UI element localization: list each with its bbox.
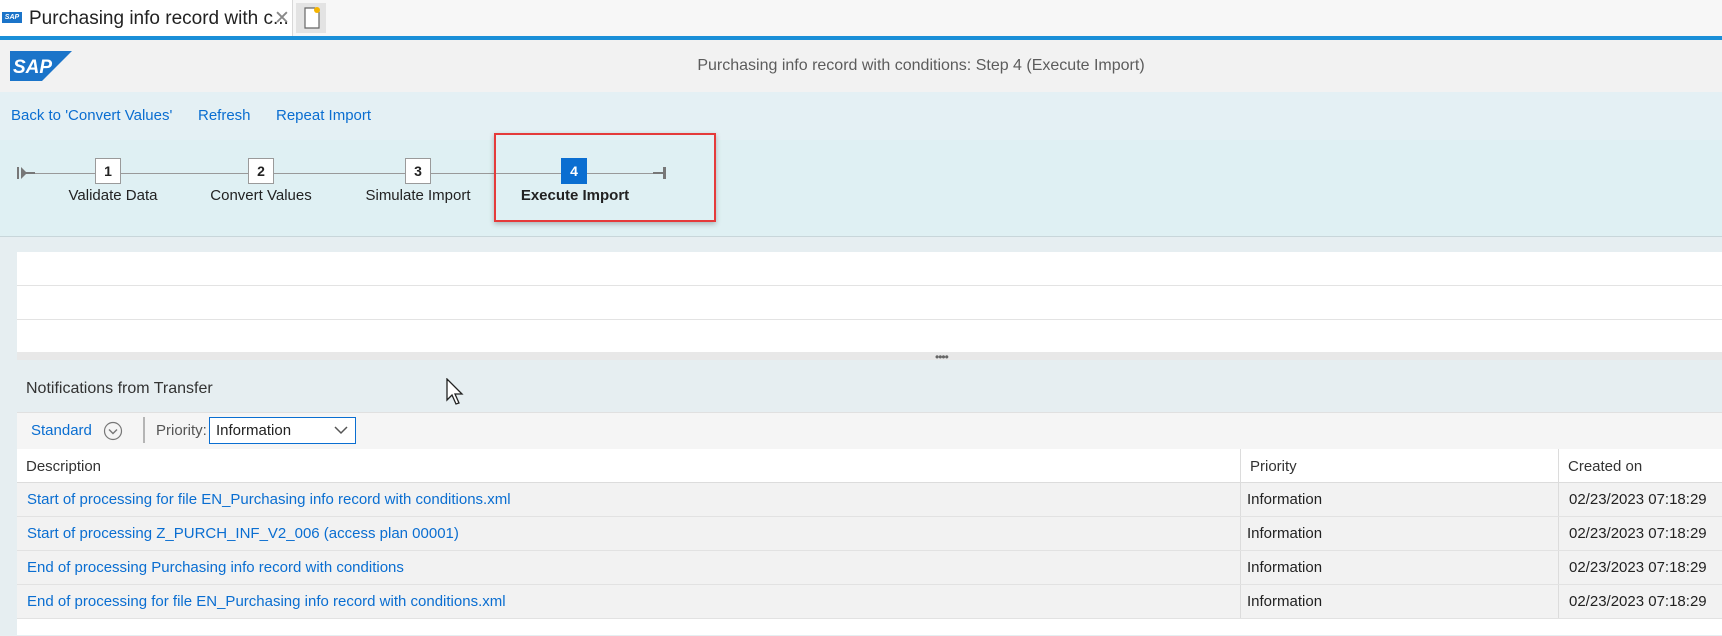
chevron-down-icon <box>334 426 348 435</box>
roadmap-step-1-label[interactable]: Validate Data <box>69 187 158 204</box>
column-divider <box>1558 449 1559 482</box>
roadmap-step-3-box[interactable]: 3 <box>405 158 431 184</box>
row-priority: Information <box>1247 593 1323 610</box>
panel-splitter[interactable] <box>17 352 1722 360</box>
browser-tab-strip: SAP Purchasing info record with c... ✕ <box>0 0 1722 37</box>
row-description-link[interactable]: End of processing for file EN_Purchasing… <box>27 593 506 610</box>
action-toolbar: Back to 'Convert Values' Refresh Repeat … <box>0 92 1722 141</box>
row-created-on: 02/23/2023 07:18:29 <box>1569 559 1707 576</box>
table-footer-space <box>17 619 1722 635</box>
new-tab-icon <box>304 7 320 29</box>
step-roadmap: 1 Validate Data 2 Convert Values 3 Simul… <box>0 140 1722 237</box>
column-divider <box>1240 517 1241 550</box>
page-title: Purchasing info record with conditions: … <box>697 57 1145 74</box>
empty-row <box>17 320 1722 354</box>
row-priority: Information <box>1247 559 1323 576</box>
priority-dropdown-value: Information <box>216 422 292 439</box>
table-row[interactable]: End of processing for file EN_Purchasing… <box>17 585 1722 619</box>
table-header: Description Priority Created on <box>17 449 1722 483</box>
column-divider <box>1240 585 1241 618</box>
row-priority: Information <box>1247 491 1323 508</box>
mouse-pointer-icon <box>446 378 464 405</box>
step-4-highlight-frame <box>494 133 716 222</box>
shell-header: SAP Purchasing info record with conditio… <box>0 40 1722 93</box>
column-divider <box>1558 585 1559 618</box>
back-to-convert-values-link[interactable]: Back to 'Convert Values' <box>11 107 172 124</box>
empty-row <box>17 286 1722 320</box>
variant-standard-link[interactable]: Standard <box>31 422 92 439</box>
column-header-description[interactable]: Description <box>26 458 101 475</box>
splitter-grip-icon[interactable]: •••• <box>935 351 949 363</box>
roadmap-step-1-box[interactable]: 1 <box>95 158 121 184</box>
repeat-import-link[interactable]: Repeat Import <box>276 107 371 124</box>
browser-tab[interactable]: SAP Purchasing info record with c... ✕ <box>0 0 293 36</box>
filter-separator <box>143 417 145 443</box>
roadmap-step-2-box[interactable]: 2 <box>248 158 274 184</box>
empty-row <box>17 252 1722 286</box>
notifications-filter-bar: Standard Priority: Information <box>17 412 1722 450</box>
table-row[interactable]: Start of processing Z_PURCH_INF_V2_006 (… <box>17 517 1722 551</box>
column-divider <box>1240 551 1241 584</box>
sap-favicon-icon: SAP <box>2 12 22 23</box>
notifications-table: Description Priority Created on Start of… <box>17 449 1722 635</box>
roadmap-start-icon <box>17 167 35 179</box>
row-created-on: 02/23/2023 07:18:29 <box>1569 491 1707 508</box>
priority-label: Priority: <box>156 422 207 439</box>
column-divider <box>1240 483 1241 516</box>
roadmap-step-3-label[interactable]: Simulate Import <box>365 187 470 204</box>
table-row[interactable]: End of processing Purchasing info record… <box>17 551 1722 585</box>
column-divider <box>1558 551 1559 584</box>
notifications-title: Notifications from Transfer <box>26 380 213 397</box>
column-divider <box>1240 449 1241 482</box>
roadmap-step-2-label[interactable]: Convert Values <box>210 187 311 204</box>
row-created-on: 02/23/2023 07:18:29 <box>1569 593 1707 610</box>
row-created-on: 02/23/2023 07:18:29 <box>1569 525 1707 542</box>
column-header-created-on[interactable]: Created on <box>1568 458 1642 475</box>
column-divider <box>1558 517 1559 550</box>
column-header-priority[interactable]: Priority <box>1250 458 1297 475</box>
row-description-link[interactable]: Start of processing for file EN_Purchasi… <box>27 491 511 508</box>
close-tab-icon[interactable]: ✕ <box>274 7 290 30</box>
refresh-link[interactable]: Refresh <box>198 107 251 124</box>
browser-tab-title: Purchasing info record with c... <box>29 8 289 29</box>
column-divider <box>1558 483 1559 516</box>
priority-dropdown[interactable]: Information <box>209 417 356 444</box>
new-tab-button[interactable] <box>296 3 326 33</box>
table-row[interactable]: Start of processing for file EN_Purchasi… <box>17 483 1722 517</box>
row-description-link[interactable]: Start of processing Z_PURCH_INF_V2_006 (… <box>27 525 459 542</box>
row-description-link[interactable]: End of processing Purchasing info record… <box>27 559 404 576</box>
chevron-down-circle-icon[interactable] <box>103 421 123 441</box>
row-priority: Information <box>1247 525 1323 542</box>
empty-results-panel <box>17 252 1722 354</box>
